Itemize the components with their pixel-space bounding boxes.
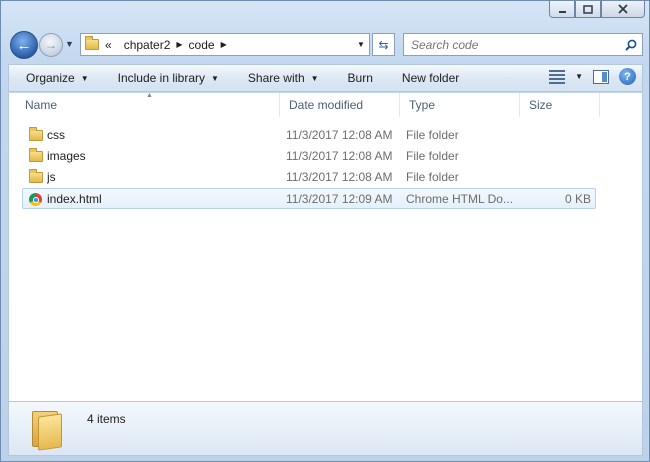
close-button[interactable] [601, 1, 645, 18]
new-folder-label: New folder [401, 71, 460, 85]
column-size[interactable]: Size [520, 93, 600, 117]
folder-icon [29, 169, 43, 183]
search-input[interactable] [404, 36, 620, 53]
file-date: 11/3/2017 12:09 AM [286, 192, 393, 206]
share-with-button[interactable]: Share with ▼ [228, 71, 328, 85]
breadcrumb-chpater2[interactable]: chpater2 [124, 38, 171, 52]
folder-large-icon [29, 409, 65, 451]
address-history-dropdown[interactable]: ▼ [353, 40, 369, 49]
file-name: index.html [47, 192, 102, 206]
change-view-icon[interactable] [549, 69, 566, 84]
burn-label: Burn [347, 71, 373, 85]
preview-pane-icon[interactable] [593, 69, 609, 84]
file-date: 11/3/2017 12:08 AM [286, 149, 393, 163]
list-item[interactable]: images 11/3/2017 12:08 AM File folder [22, 146, 596, 167]
arrow-left-icon: ← [16, 36, 32, 54]
minimize-icon [558, 10, 566, 13]
list-item-selected[interactable]: index.html 11/3/2017 12:09 AM Chrome HTM… [22, 188, 596, 209]
file-size: 0 KB [564, 192, 591, 206]
view-controls: ▼ ? [549, 68, 636, 85]
help-icon[interactable]: ? [619, 68, 636, 85]
search-icon[interactable] [620, 39, 642, 51]
organize-button[interactable]: Organize ▼ [9, 71, 98, 85]
chevron-down-icon[interactable]: ▼ [575, 72, 583, 81]
recent-pages-dropdown[interactable]: ▼ [65, 39, 74, 49]
back-button[interactable]: ← [10, 31, 38, 59]
column-date-modified[interactable]: Date modified [280, 93, 400, 117]
file-type: Chrome HTML Do... [406, 192, 513, 206]
chrome-icon [29, 193, 42, 206]
list-item[interactable]: js 11/3/2017 12:08 AM File folder [22, 167, 596, 188]
folder-icon [85, 36, 99, 50]
refresh-icon: ⇆ [378, 37, 389, 52]
command-bar: Organize ▼ Include in library ▼ Share with… [8, 64, 643, 92]
caption-buttons [549, 1, 645, 19]
breadcrumb: « chpater2 ▶ code ▶ [81, 34, 353, 55]
sort-ascending-icon: ▲ [146, 92, 153, 99]
details-pane: 4 items [8, 401, 643, 456]
refresh-button[interactable]: ⇆ [372, 33, 395, 56]
folder-icon [29, 127, 43, 141]
explorer-window: ← → ▼ « chpater2 ▶ code ▶ ▼ ⇆ Organize ▼ … [0, 0, 650, 462]
column-type[interactable]: Type [400, 93, 520, 117]
chevron-down-icon: ▼ [310, 73, 319, 83]
include-in-library-button[interactable]: Include in library ▼ [98, 71, 228, 85]
chevron-down-icon: ▼ [80, 73, 89, 83]
chevron-right-icon[interactable]: ▶ [221, 40, 227, 49]
minimize-button[interactable] [549, 1, 575, 18]
share-with-label: Share with [247, 71, 305, 85]
list-item[interactable]: css 11/3/2017 12:08 AM File folder [22, 125, 596, 146]
chevron-down-icon: ▼ [211, 73, 219, 83]
file-name: js [47, 170, 56, 184]
forward-button[interactable]: → [39, 33, 63, 57]
file-list: Name ▲ Date modified Type Size css 11/3/… [8, 92, 643, 401]
include-in-library-label: Include in library [117, 71, 205, 85]
arrow-right-icon: → [45, 38, 57, 52]
column-headers: Name ▲ Date modified Type Size [9, 92, 642, 117]
file-type: File folder [406, 149, 459, 163]
file-date: 11/3/2017 12:08 AM [286, 128, 393, 142]
maximize-button[interactable] [575, 1, 601, 18]
maximize-icon [583, 4, 593, 14]
item-count: 4 items [87, 412, 126, 426]
file-type: File folder [406, 170, 459, 184]
burn-button[interactable]: Burn [328, 71, 382, 85]
file-type: File folder [406, 128, 459, 142]
file-name: images [47, 149, 86, 163]
file-date: 11/3/2017 12:08 AM [286, 170, 393, 184]
chevron-right-icon[interactable]: ▶ [176, 40, 182, 49]
new-folder-button[interactable]: New folder [382, 71, 468, 85]
search-box [403, 33, 643, 56]
breadcrumb-overflow[interactable]: « [105, 38, 112, 52]
folder-icon [29, 148, 43, 162]
breadcrumb-code[interactable]: code [189, 38, 215, 52]
close-icon [618, 4, 628, 14]
organize-label: Organize [26, 71, 75, 85]
address-bar[interactable]: « chpater2 ▶ code ▶ ▼ [80, 33, 370, 56]
file-name: css [47, 128, 65, 142]
